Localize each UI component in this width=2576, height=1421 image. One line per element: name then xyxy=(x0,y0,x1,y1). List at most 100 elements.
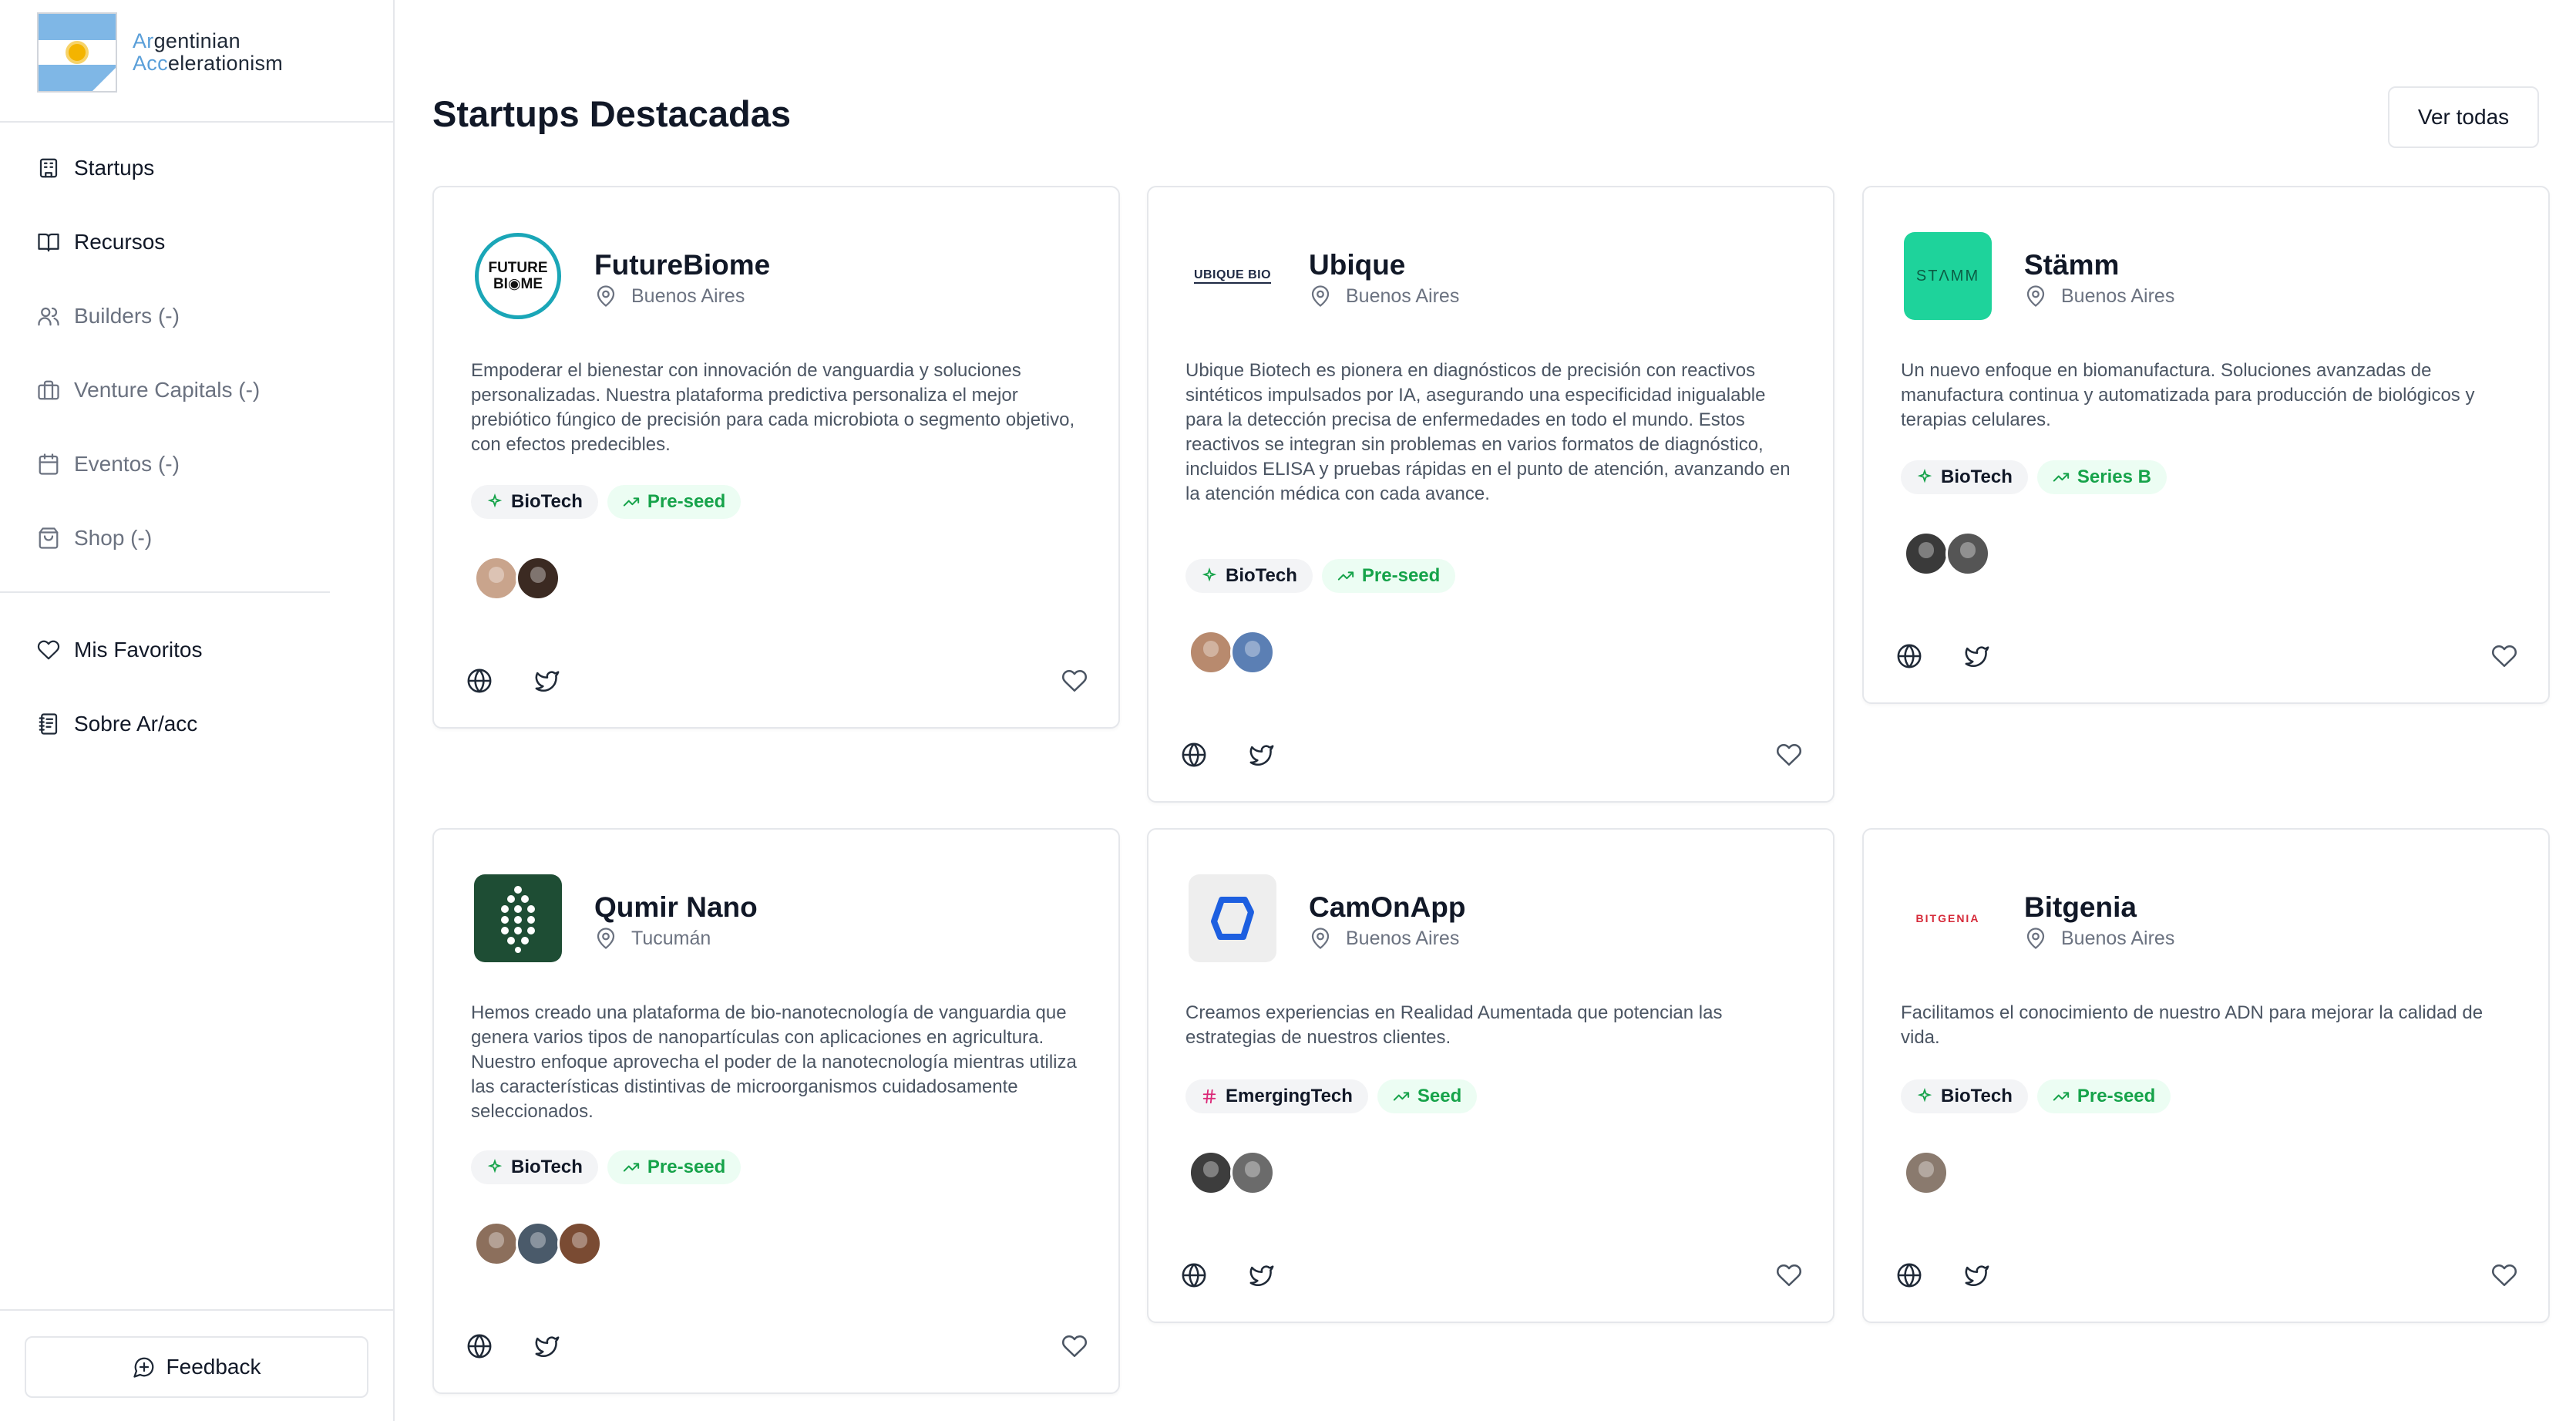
sidebar-item-label: Venture Capitals (-) xyxy=(74,378,261,402)
founders-avatars xyxy=(474,556,560,601)
users-icon xyxy=(38,307,59,326)
avatar[interactable] xyxy=(1230,1150,1275,1195)
sector-tag[interactable]: BioTech xyxy=(1901,1079,2028,1113)
sector-tag[interactable]: BioTech xyxy=(471,1150,598,1184)
avatar[interactable] xyxy=(474,556,519,601)
building-icon xyxy=(39,158,58,178)
avatar[interactable] xyxy=(1904,531,1949,576)
startup-tags: EmergingTech Seed xyxy=(1185,1079,1478,1113)
globe-icon[interactable] xyxy=(1896,1262,1922,1288)
startup-description: Empoderar el bienestar con innovación de… xyxy=(471,360,1075,455)
camonapp-logo-icon xyxy=(1211,897,1254,940)
sidebar-item-favoritos[interactable]: Mis Favoritos xyxy=(37,613,202,687)
startup-location: Buenos Aires xyxy=(2024,285,2174,308)
stage-tag[interactable]: Pre-seed xyxy=(1321,559,1456,593)
stage-tag[interactable]: Pre-seed xyxy=(2036,1079,2171,1113)
founders-avatars xyxy=(474,1221,602,1266)
sparkle-icon xyxy=(487,1159,503,1174)
sector-tag[interactable]: BioTech xyxy=(471,485,598,519)
twitter-icon[interactable] xyxy=(1964,643,1990,669)
sidebar-item-builders[interactable]: Builders (-) xyxy=(37,279,260,353)
avatar[interactable] xyxy=(1189,1150,1233,1195)
startup-location: Buenos Aires xyxy=(1309,927,1459,950)
favorite-heart-icon[interactable] xyxy=(1776,742,1802,768)
page-title: Startups Destacadas xyxy=(432,93,791,134)
stage-label: Pre-seed xyxy=(2077,1086,2156,1106)
favorite-heart-icon[interactable] xyxy=(1061,668,1088,694)
sidebar-item-sobre[interactable]: Sobre Ar/acc xyxy=(37,687,202,761)
favorite-heart-icon[interactable] xyxy=(1061,1333,1088,1359)
sector-tag[interactable]: BioTech xyxy=(1901,460,2028,494)
favorite-heart-icon[interactable] xyxy=(1776,1262,1802,1288)
globe-icon[interactable] xyxy=(466,1333,493,1359)
view-all-button[interactable]: Ver todas xyxy=(2388,86,2539,148)
feedback-button[interactable]: Feedback xyxy=(25,1336,368,1398)
brand-logo[interactable]: Argentinian Accelerationism xyxy=(37,12,283,93)
sidebar-item-venture-capitals[interactable]: Venture Capitals (-) xyxy=(37,353,260,427)
sidebar-item-startups[interactable]: Startups xyxy=(37,131,260,205)
avatar[interactable] xyxy=(516,556,560,601)
stage-tag[interactable]: Pre-seed xyxy=(607,485,742,519)
startup-name: Bitgenia xyxy=(2024,891,2137,923)
globe-icon[interactable] xyxy=(1181,742,1207,768)
favorite-heart-icon[interactable] xyxy=(2491,1262,2517,1288)
startup-location: Buenos Aires xyxy=(2024,927,2174,950)
globe-icon[interactable] xyxy=(1896,643,1922,669)
sector-tag[interactable]: EmergingTech xyxy=(1185,1079,1368,1113)
avatar[interactable] xyxy=(516,1221,560,1266)
startup-tags: BioTech Pre-seed xyxy=(471,485,742,519)
sidebar-bottom-divider xyxy=(0,1309,393,1311)
main-nav: Startups Recursos Builders (-) Venture C… xyxy=(37,131,260,575)
stage-tag[interactable]: Series B xyxy=(2036,460,2167,494)
sparkle-icon xyxy=(487,493,503,508)
stage-label: Pre-seed xyxy=(1361,565,1441,586)
sector-tag[interactable]: BioTech xyxy=(1185,559,1313,593)
avatar[interactable] xyxy=(1189,630,1233,675)
founders-avatars xyxy=(1189,630,1275,675)
book-icon xyxy=(38,233,59,252)
notebook-icon xyxy=(39,713,58,735)
sector-label: EmergingTech xyxy=(1226,1086,1353,1106)
sidebar-item-recursos[interactable]: Recursos xyxy=(37,205,260,279)
sector-label: BioTech xyxy=(511,491,583,512)
stage-label: Pre-seed xyxy=(647,1157,726,1177)
twitter-icon[interactable] xyxy=(1964,1262,1990,1288)
twitter-icon[interactable] xyxy=(534,668,560,694)
sidebar-item-eventos[interactable]: Eventos (-) xyxy=(37,427,260,501)
favorite-heart-icon[interactable] xyxy=(2491,643,2517,669)
stage-tag[interactable]: Seed xyxy=(1377,1079,1478,1113)
avatar[interactable] xyxy=(557,1221,602,1266)
startup-description: Ubique Biotech es pionera en diagnóstico… xyxy=(1185,360,1791,504)
sidebar-item-label: Sobre Ar/acc xyxy=(74,712,198,736)
avatar[interactable] xyxy=(1904,1150,1949,1195)
twitter-icon[interactable] xyxy=(1249,742,1275,768)
sector-label: BioTech xyxy=(1226,565,1297,586)
startup-description: Un nuevo enfoque en biomanufactura. Solu… xyxy=(1901,360,2475,430)
stage-tag[interactable]: Pre-seed xyxy=(607,1150,742,1184)
sidebar-item-shop[interactable]: Shop (-) xyxy=(37,501,260,575)
twitter-icon[interactable] xyxy=(1249,1262,1275,1288)
avatar[interactable] xyxy=(474,1221,519,1266)
trending-up-icon xyxy=(2053,473,2070,482)
avatar[interactable] xyxy=(1945,531,1990,576)
startup-card[interactable]: BITGENIA Bitgenia Buenos Aires Facilitam… xyxy=(1862,828,2550,1323)
startup-logo xyxy=(1189,874,1276,962)
startup-card[interactable]: CamOnApp Buenos Aires Creamos experienci… xyxy=(1147,828,1834,1323)
startup-card[interactable]: STΛMM Stämm Buenos Aires Un nuevo enfoqu… xyxy=(1862,186,2550,704)
globe-icon[interactable] xyxy=(466,668,493,694)
avatar[interactable] xyxy=(1230,630,1275,675)
startup-card[interactable]: Qumir Nano Tucumán Hemos creado una plat… xyxy=(432,828,1120,1394)
founders-avatars xyxy=(1189,1150,1275,1195)
stage-label: Seed xyxy=(1417,1086,1462,1106)
location-label: Tucumán xyxy=(631,927,711,949)
startup-tags: BioTech Pre-seed xyxy=(1185,559,1456,593)
globe-icon[interactable] xyxy=(1181,1262,1207,1288)
startup-card[interactable]: UBIQUE BIO Ubique Buenos Aires Ubique Bi… xyxy=(1147,186,1834,803)
startup-card[interactable]: FUTURE BI◉ME FutureBiome Buenos Aires Em… xyxy=(432,186,1120,729)
twitter-icon[interactable] xyxy=(534,1333,560,1359)
location-label: Buenos Aires xyxy=(2061,927,2175,949)
map-pin-icon xyxy=(2026,285,2045,307)
founders-avatars xyxy=(1904,531,1990,576)
trending-up-icon xyxy=(1337,571,1354,581)
card-actions xyxy=(1896,1262,2517,1288)
